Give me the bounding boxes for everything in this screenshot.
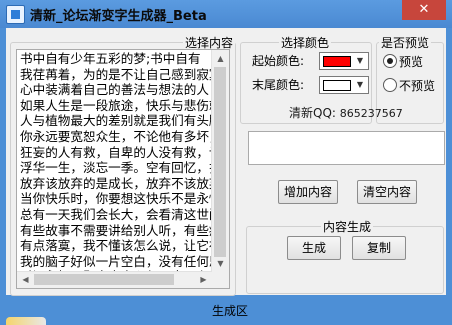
footer: 生成区 [6,299,446,325]
copy-button[interactable]: 复制 [352,236,406,260]
content-line: 我的脑子好似一片空白，没有任何思 [20,253,215,269]
chevron-down-icon: ▼ [356,80,364,89]
footer-label: 生成区 [212,304,249,318]
app-icon [6,5,25,24]
radio-no-preview-label[interactable]: 不预览 [399,77,435,94]
chevron-down-icon: ▼ [356,56,364,65]
radio-preview[interactable] [383,54,397,68]
qq-number: 865237567 [339,107,403,120]
scroll-left-arrow-icon[interactable]: ◀ [17,272,34,288]
scroll-corner [212,272,229,288]
generate-group-legend: 内容生成 [321,218,374,235]
content-line: 人与植物最大的差别就是我们有头脑 [20,113,215,129]
content-line: 放弃该放弃的是成长，放弃不该放弃 [20,175,215,191]
generate-button[interactable]: 生成 [287,236,341,260]
scroll-down-arrow-icon[interactable]: ▼ [212,255,229,272]
qq-info: 清新QQ: 865237567 [289,104,403,121]
radio-no-preview[interactable] [383,78,397,92]
content-line: 我荏苒着，为的是不让自己感到寂寞 [20,66,215,82]
add-content-button[interactable]: 增加内容 [278,180,338,204]
end-color-select[interactable]: ▼ [319,76,369,94]
vertical-scrollbar[interactable]: ▲ ▼ [211,50,229,272]
preview-output-box[interactable] [248,131,445,165]
close-button[interactable]: ✕ [402,0,446,20]
content-textarea[interactable]: 书中自有少年五彩的梦;书中自有 我荏苒着，为的是不让自己感到寂寞 心中装满着自己的善… [16,49,230,289]
start-color-swatch [323,56,351,67]
color-group-legend: 选择颜色 [279,34,332,51]
content-text: 书中自有少年五彩的梦;书中自有 我荏苒着，为的是不让自己感到寂寞 心中装满着自己的善… [20,51,215,271]
window-title: 清新_论坛渐变字生成器_Beta [30,9,207,24]
content-line: 狂妄的人有救，自卑的人没有救，认 [20,144,215,160]
content-line: 如果人生是一段旅途，快乐与悲伤就 [20,97,215,113]
vertical-scroll-thumb[interactable] [214,67,226,257]
window-client-area: 选择内容 书中自有少年五彩的梦;书中自有 我荏苒着，为的是不让自己感到寂寞 心中装满… [6,28,446,325]
scroll-right-arrow-icon[interactable]: ▶ [195,272,212,288]
content-line: 总有一天我们会长大，会看清这世间 [20,206,215,222]
content-line: 浮华一生，淡忘一季。空有回忆，扎 [20,160,215,176]
radio-preview-label[interactable]: 预览 [399,53,423,70]
end-color-swatch [323,80,351,91]
horizontal-scroll-thumb[interactable] [34,274,174,285]
qq-label: 清新QQ: [289,106,336,120]
content-line: 心中装满着自己的善法与想法的人 [20,82,209,98]
preview-group-legend: 是否预览 [379,34,432,51]
footer-decoration [6,317,46,325]
end-color-label: 末尾颜色: [252,78,305,92]
content-line: 有点落寞，我不懂该怎么说，让它在 [20,238,215,254]
content-line: 你永远要宽恕众生，不论他有多坏， [20,128,215,144]
start-color-select[interactable]: ▼ [319,52,369,70]
content-line: 当你快乐时，你要想这快乐不是永恒 [20,191,215,207]
title-bar[interactable]: 清新_论坛渐变字生成器_Beta ✕ [0,0,452,28]
content-line: 书中自有少年五彩的梦;书中自有 [20,51,201,66]
content-line: 有些故事不需要讲给别人听，有些痛 [20,222,215,238]
clear-content-button[interactable]: 清空内容 [357,180,417,204]
start-color-label: 起始颜色: [252,54,305,68]
horizontal-scrollbar[interactable]: ◀ ▶ [17,271,212,288]
scroll-up-arrow-icon[interactable]: ▲ [212,50,229,67]
generate-group: 内容生成 [246,218,444,294]
